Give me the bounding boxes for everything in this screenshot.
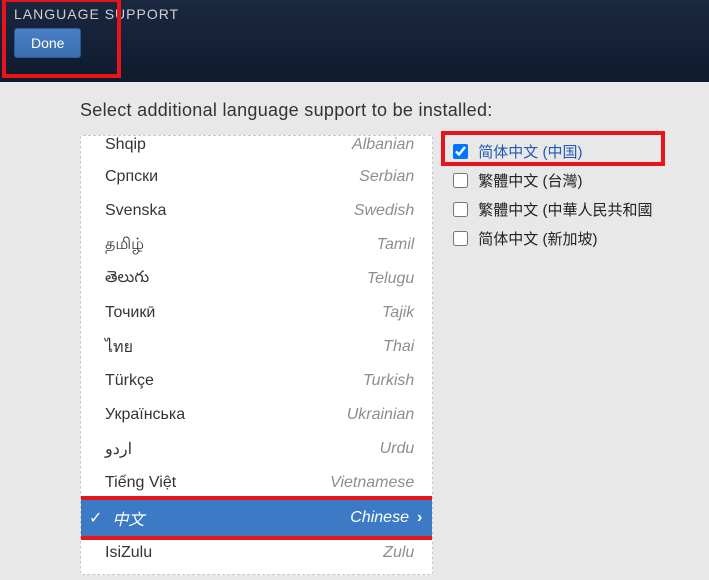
language-row[interactable]: اردو Urdu [81, 432, 432, 466]
language-row[interactable]: ไทย Thai [81, 330, 432, 364]
check-icon: ✓ [89, 508, 102, 528]
locale-label: 简体中文 (新加坡) [478, 228, 597, 249]
locale-label: 繁體中文 (台灣) [478, 170, 582, 191]
language-native: IsiZulu [105, 544, 152, 562]
locale-row[interactable]: 繁體中文 (台灣) [447, 166, 673, 195]
language-row[interactable]: Svenska Swedish [81, 194, 432, 228]
done-button[interactable]: Done [14, 28, 81, 58]
language-native: தமிழ் [105, 235, 144, 255]
language-row-selected[interactable]: ✓ 中文 Chinese › [81, 500, 432, 536]
language-native: Svenska [105, 202, 166, 220]
language-english: Swedish [354, 202, 414, 220]
language-native: తెలుగు [105, 268, 149, 290]
locale-checkbox[interactable] [453, 173, 468, 188]
language-native: 中文 [112, 506, 144, 530]
language-row[interactable]: Точикӣ Tajik [81, 296, 432, 330]
language-row[interactable]: Shqip Albanian [81, 136, 432, 160]
language-english: Telugu [367, 270, 414, 288]
language-native: Türkçe [105, 372, 154, 390]
locale-label: 简体中文 (中国) [478, 141, 582, 162]
language-english: Albanian [352, 136, 414, 154]
language-english: Serbian [359, 168, 414, 186]
locale-row[interactable]: 简体中文 (新加坡) [447, 224, 673, 253]
panels: Shqip Albanian Српски Serbian Svenska Swedish… [80, 135, 673, 575]
instruction-text: Select additional language support to be… [80, 100, 673, 121]
locale-label: 繁體中文 (中華人民共和國 [478, 199, 652, 220]
language-native: Shqip [105, 136, 146, 154]
language-english: Turkish [363, 372, 414, 390]
content: Select additional language support to be… [0, 82, 709, 575]
locale-row[interactable]: 繁體中文 (中華人民共和國 [447, 195, 673, 224]
language-english: Urdu [380, 440, 415, 458]
language-native: ไทย [105, 335, 133, 360]
language-native: اردو [105, 439, 132, 459]
locale-row-selected[interactable]: 简体中文 (中国) [447, 137, 673, 166]
language-row[interactable]: Türkçe Turkish [81, 364, 432, 398]
language-row[interactable]: తెలుగు Telugu [81, 262, 432, 296]
language-row[interactable]: IsiZulu Zulu [81, 536, 432, 570]
language-english: Ukrainian [347, 406, 415, 424]
language-english: Thai [383, 338, 414, 356]
language-row[interactable]: Српски Serbian [81, 160, 432, 194]
language-native: Српски [105, 168, 158, 186]
page-title: LANGUAGE SUPPORT [14, 6, 695, 22]
locale-list: 简体中文 (中国) 繁體中文 (台灣) 繁體中文 (中華人民共和國简体中文 (新加坡… [447, 135, 673, 575]
locale-checkbox[interactable] [453, 231, 468, 246]
language-english: Tajik [382, 304, 414, 322]
language-native: Tiếng Việt [105, 474, 176, 492]
language-english: Vietnamese [330, 474, 414, 492]
language-row[interactable]: Tiếng Việt Vietnamese [81, 466, 432, 500]
header: LANGUAGE SUPPORT Done [0, 0, 709, 82]
language-native: Українська [105, 406, 185, 424]
locale-checkbox[interactable] [453, 144, 468, 159]
chevron-right-icon: › [417, 509, 422, 527]
language-native: Точикӣ [105, 304, 155, 322]
language-row[interactable]: Українська Ukrainian [81, 398, 432, 432]
language-english: Tamil [377, 236, 415, 254]
language-english: Chinese [350, 509, 409, 527]
language-row[interactable]: தமிழ் Tamil [81, 228, 432, 262]
language-list[interactable]: Shqip Albanian Српски Serbian Svenska Swedish… [80, 135, 433, 575]
language-english: Zulu [383, 544, 414, 562]
locale-checkbox[interactable] [453, 202, 468, 217]
